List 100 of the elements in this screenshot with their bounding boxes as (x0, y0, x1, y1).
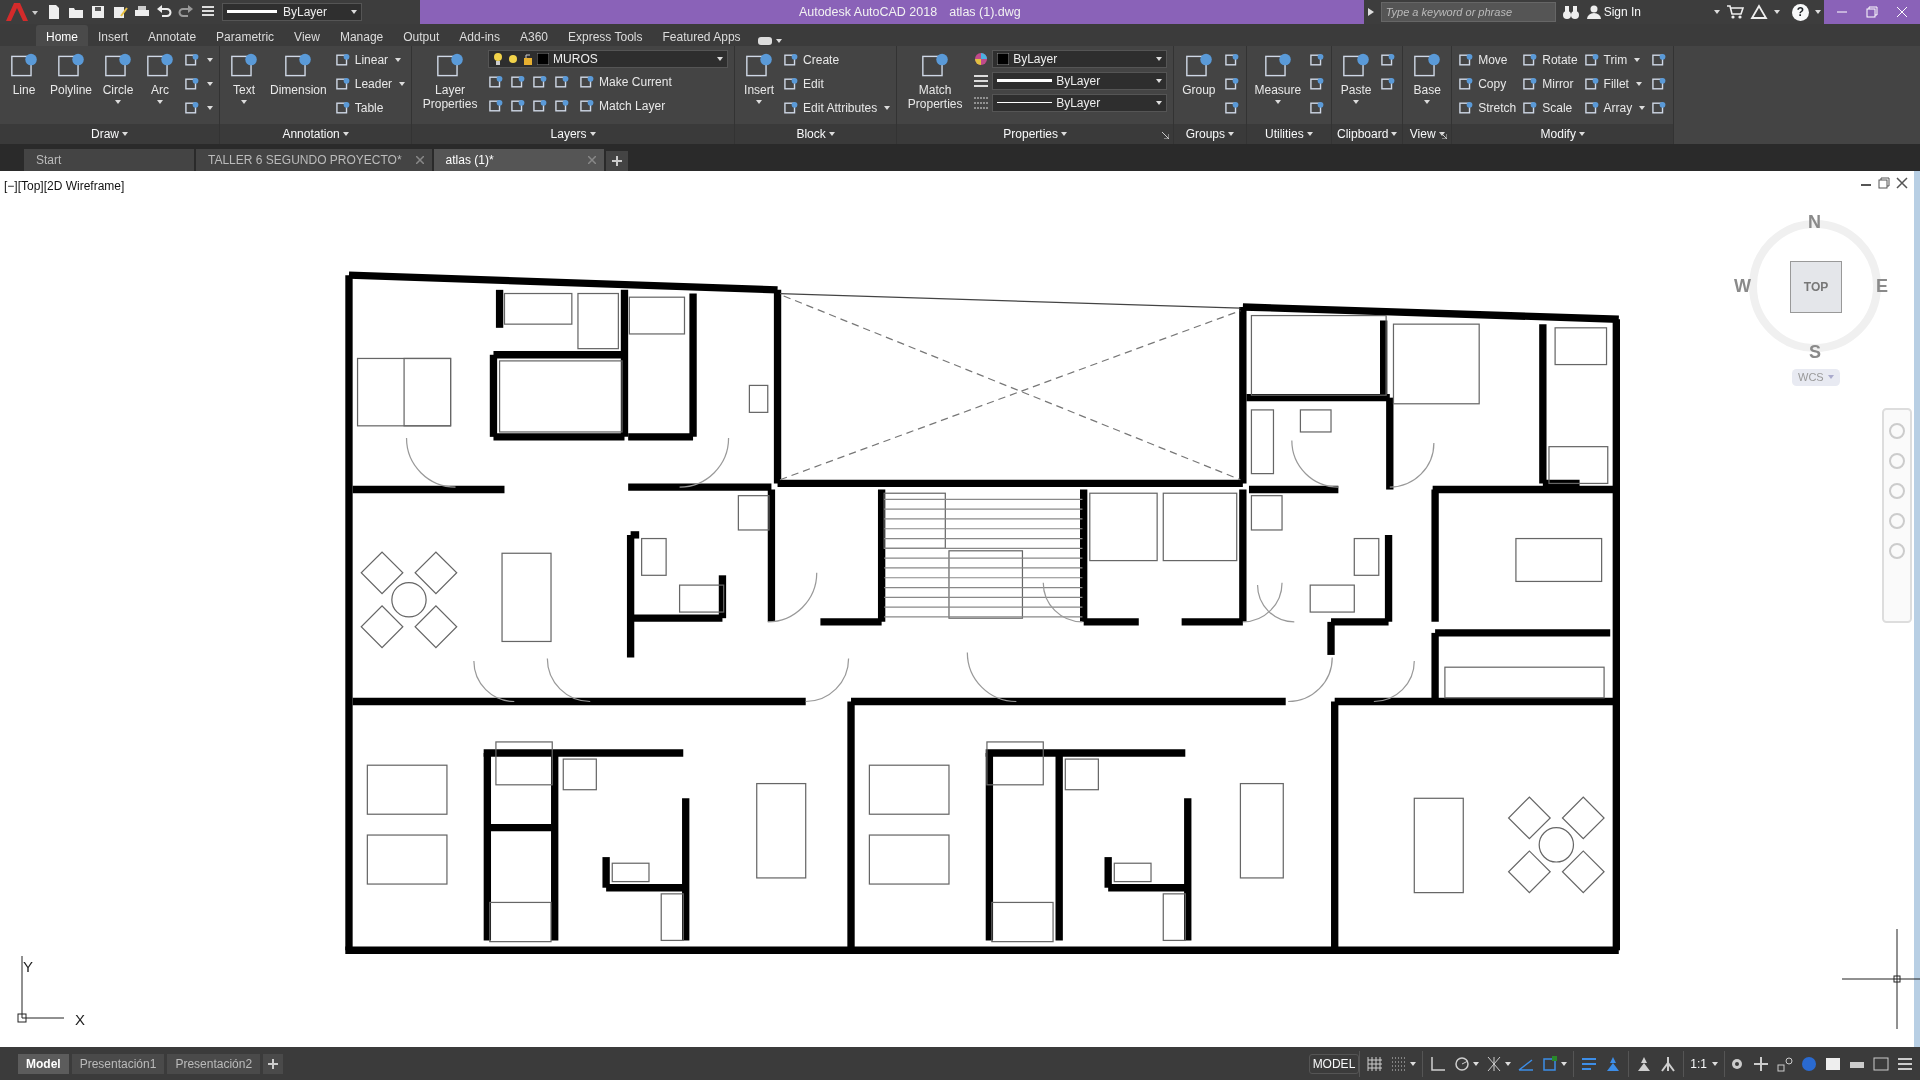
tool-button[interactable]: Paste (1338, 50, 1375, 122)
tool-icon[interactable] (488, 74, 505, 90)
pencil-disk-icon[interactable] (112, 4, 128, 20)
caret-icon[interactable] (1815, 10, 1821, 14)
tool-button[interactable]: Edit Attributes (783, 98, 891, 118)
tool-icon[interactable] (184, 52, 201, 68)
tool-button[interactable]: Leader (334, 74, 406, 94)
caret-icon[interactable] (1774, 10, 1780, 14)
annotation-scale-button[interactable]: 1:1 (1687, 1054, 1721, 1073)
tool-icon[interactable] (1458, 100, 1475, 116)
tool-button[interactable]: Rotate (1522, 50, 1578, 70)
ribbon-tab[interactable]: Home (36, 25, 88, 46)
ribbon-tab[interactable]: Insert (88, 25, 139, 46)
caret-icon[interactable] (1156, 57, 1163, 61)
tool-button[interactable]: Base (1409, 50, 1446, 122)
tool-button[interactable]: Create (783, 50, 891, 70)
ribbon-tab[interactable]: Parametric (206, 25, 285, 46)
ribbon-tab[interactable]: Manage (329, 25, 394, 46)
tool-button[interactable]: Layer Properties (418, 50, 483, 122)
tool-button[interactable]: Text (226, 50, 263, 122)
caret-icon[interactable] (1156, 101, 1163, 105)
tool-icon[interactable] (532, 98, 549, 114)
panel-toggle-icon[interactable] (756, 36, 773, 46)
property-dropdown[interactable]: ByLayer (992, 72, 1168, 90)
ribbon-tab[interactable]: Annotate (138, 25, 207, 46)
tool-button[interactable]: Circle (100, 50, 137, 122)
caret-icon[interactable] (1156, 79, 1163, 83)
tool-icon[interactable] (783, 52, 800, 68)
restore-icon[interactable] (1866, 6, 1878, 18)
tool-button[interactable]: Table (334, 98, 406, 118)
property-dropdown[interactable]: ByLayer (992, 50, 1168, 68)
tool-icon[interactable] (579, 74, 596, 90)
tool-button[interactable]: Measure (1252, 50, 1304, 122)
tool-button[interactable]: Scale (1522, 98, 1578, 118)
layer-dropdown[interactable]: MUROS (488, 50, 729, 68)
sign-in-button[interactable]: Sign In (1585, 2, 1642, 22)
tool-icon[interactable] (334, 76, 351, 92)
tool-icon[interactable] (1522, 76, 1539, 92)
viewport-label[interactable]: [−][Top][2D Wireframe] (4, 177, 125, 195)
expand-triangle-icon[interactable] (1366, 7, 1375, 17)
ribbon-tab[interactable]: Featured Apps (652, 25, 751, 46)
tool-icon[interactable] (783, 76, 800, 92)
tool-button[interactable]: Stretch (1458, 98, 1517, 118)
tool-button[interactable]: Fillet (1583, 74, 1646, 94)
tool-button[interactable]: Group (1180, 50, 1218, 122)
tool-icon[interactable] (783, 100, 800, 116)
tool-button[interactable]: Polyline (48, 50, 95, 122)
restore-icon[interactable] (1878, 177, 1890, 189)
tool-icon[interactable] (510, 74, 527, 90)
close-icon[interactable] (1896, 177, 1908, 189)
tool-button[interactable]: Move (1458, 50, 1517, 70)
tool-icon[interactable] (554, 98, 571, 114)
tool-icon[interactable] (334, 52, 351, 68)
caret-icon[interactable] (1473, 1061, 1480, 1066)
drawing-canvas[interactable]: [−][Top][2D Wireframe] N W TOP E S WCS Y X (0, 171, 1920, 1047)
file-tab[interactable]: TALLER 6 SEGUNDO PROYECTO* (196, 149, 432, 171)
layout-tab[interactable]: Model (18, 1053, 69, 1074)
launcher-arrow-icon[interactable] (1440, 132, 1448, 139)
add-layout-plus-icon[interactable] (263, 1053, 284, 1074)
tool-icon[interactable] (1458, 76, 1475, 92)
tool-icon[interactable] (1583, 100, 1600, 116)
cart-icon[interactable] (1726, 4, 1744, 20)
layer-combo[interactable]: ByLayer (222, 3, 362, 21)
tool-button[interactable]: Insert (741, 50, 778, 122)
layout-tab[interactable]: Presentación1 (71, 1053, 165, 1074)
tool-icon[interactable] (1522, 100, 1539, 116)
tool-button[interactable]: Make Current (579, 72, 672, 92)
tool-icon[interactable] (1458, 52, 1475, 68)
ribbon-tab[interactable]: Express Tools (558, 25, 653, 46)
document-icon[interactable] (46, 4, 62, 20)
panel-title[interactable]: Draw (90, 124, 129, 144)
tool-button[interactable]: Copy (1458, 74, 1517, 94)
tool-button[interactable]: Line (6, 50, 42, 122)
ribbon-tab[interactable]: A360 (510, 25, 558, 46)
full-screen-icon[interactable] (1872, 1054, 1890, 1073)
tool-button[interactable]: Dimension (268, 50, 329, 122)
file-tab[interactable]: atlas (1)* (433, 149, 604, 171)
tool-icon[interactable] (1583, 76, 1600, 92)
tool-icon[interactable] (334, 100, 351, 116)
model-space-button[interactable]: MODEL (1308, 1053, 1360, 1074)
tool-button[interactable]: Linear (334, 50, 406, 70)
plus-icon[interactable] (1752, 1054, 1770, 1073)
tool-button[interactable]: Mirror (1522, 74, 1578, 94)
help-button[interactable]: ? (1792, 3, 1809, 21)
undo-arrow-icon[interactable] (156, 4, 172, 20)
redo-arrow-icon[interactable] (178, 4, 194, 20)
shapes-icon[interactable] (1776, 1054, 1794, 1073)
panel-title[interactable]: Layers (549, 124, 597, 144)
launcher-arrow-icon[interactable] (1162, 132, 1170, 139)
tool-icon[interactable] (510, 98, 527, 114)
ribbon-tab[interactable]: Add-ins (449, 25, 510, 46)
tool-icon[interactable] (579, 98, 596, 114)
caret-icon[interactable] (1410, 1061, 1417, 1066)
binoculars-icon[interactable] (1561, 4, 1580, 20)
search-field[interactable]: Type a keyword or phrase (1380, 2, 1556, 22)
tool-icon[interactable] (532, 74, 549, 90)
caret-icon[interactable] (1714, 10, 1720, 14)
viewcube-top-face[interactable]: TOP (1790, 261, 1842, 313)
tool-button[interactable]: Match Layer (579, 96, 666, 116)
tool-icon[interactable] (1583, 52, 1600, 68)
